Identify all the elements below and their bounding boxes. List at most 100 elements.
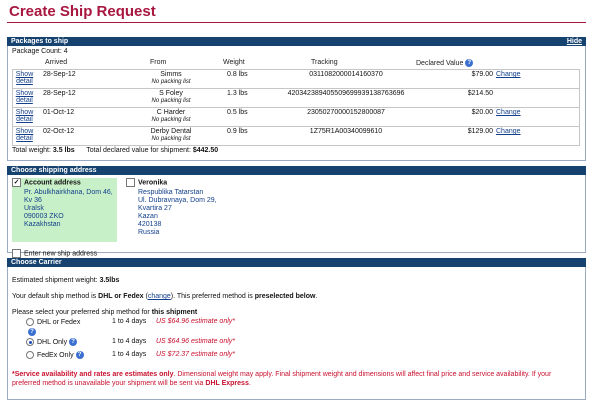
checkbox-icon[interactable] bbox=[126, 178, 135, 187]
packages-section: Package Count: 4 Arrived From Weight Tra… bbox=[7, 46, 586, 161]
show-detail-button[interactable]: Show detail bbox=[15, 128, 34, 142]
carrier-header: Choose Carrier bbox=[11, 259, 62, 266]
address-line: Ul. Dubravnaya, Dom 29, bbox=[138, 197, 217, 204]
change-value-link[interactable]: Change bbox=[496, 109, 521, 116]
account-address-lines: Pr. Abulkhairkhana, Dom 46, Kv 36 Uralsk… bbox=[12, 189, 117, 229]
method-option-dhl-or-fedex[interactable]: DHL or Fedex bbox=[26, 318, 80, 326]
select-method-prefix: Please select your preferred ship method… bbox=[12, 309, 150, 316]
select-method-bold: this shipment bbox=[151, 309, 198, 316]
total-weight-label: Total weight: bbox=[12, 147, 51, 154]
show-detail-button[interactable]: Show detail bbox=[15, 90, 34, 104]
packages-header: Packages to ship bbox=[11, 38, 69, 45]
change-value-link[interactable]: Change bbox=[496, 71, 521, 78]
packages-header-bar: Packages to ship Hide bbox=[7, 37, 586, 46]
enter-new-address[interactable]: Enter new ship address bbox=[12, 249, 97, 258]
radio-icon[interactable] bbox=[26, 351, 34, 359]
show-detail-button[interactable]: Show detail bbox=[15, 109, 34, 123]
col-arrived: Arrived bbox=[45, 59, 68, 66]
help-circle-icon[interactable]: ? bbox=[465, 59, 474, 67]
radio-icon[interactable] bbox=[26, 338, 34, 346]
table-row: Show detail 28-Sep-12 S Foley No packing… bbox=[12, 88, 580, 108]
account-address-card[interactable]: ✓ Account address Pr. Abulkhairkhana, Dom… bbox=[12, 178, 117, 242]
rates-disclaimer: *Service availability and rates are esti… bbox=[12, 371, 552, 387]
total-value-label: Total declared value for shipment: bbox=[86, 147, 191, 154]
address-line: 090003 ZKO bbox=[24, 213, 64, 220]
method-price: US $64.96 estimate only* bbox=[156, 318, 235, 325]
checkbox-icon[interactable] bbox=[12, 249, 21, 258]
arrived-date: 01-Oct-12 bbox=[43, 109, 75, 116]
sender: S Foley bbox=[159, 90, 183, 97]
tracking-number: 0311082000014160370 bbox=[309, 71, 383, 78]
declared-value: $79.00 bbox=[471, 71, 493, 78]
packing-note: No packing list bbox=[151, 79, 191, 85]
weight: 0.5 lbs bbox=[227, 109, 248, 116]
sender: C Harder bbox=[156, 109, 186, 116]
address-line: Kazan bbox=[138, 213, 158, 220]
declared-value: $214.50 bbox=[467, 90, 493, 97]
alt-address-title: Veronika bbox=[138, 179, 168, 187]
address-line: Kazakhstan bbox=[24, 221, 61, 228]
help-circle-icon[interactable]: ? bbox=[69, 338, 78, 346]
package-totals: Total weight: 3.5 lbs Total declared val… bbox=[12, 147, 218, 154]
account-address-title: Account address bbox=[24, 179, 81, 187]
estimated-weight: Estimated shipment weight: 3.5lbs bbox=[12, 277, 119, 284]
weight: 1.3 lbs bbox=[227, 90, 248, 97]
total-weight: 3.5 lbs bbox=[52, 147, 75, 154]
default-method-prefix: Your default ship method is bbox=[12, 293, 97, 300]
table-row: Show detail 02-Oct-12 Derby Dental No pa… bbox=[12, 126, 580, 146]
arrived-date: 28-Sep-12 bbox=[43, 90, 76, 97]
sender: Derby Dental bbox=[150, 128, 192, 135]
page-title: Create Ship Request bbox=[9, 3, 156, 20]
hide-link[interactable]: Hide bbox=[567, 37, 582, 46]
disclaimer-bold: *Service availability and rates are esti… bbox=[12, 371, 174, 378]
col-from: From bbox=[150, 59, 167, 66]
table-row: Show detail 01-Oct-12 C Harder No packin… bbox=[12, 107, 580, 127]
radio-icon[interactable] bbox=[26, 318, 34, 326]
change-value-link[interactable]: Change bbox=[496, 128, 521, 135]
method-days: 1 to 4 days bbox=[112, 338, 147, 345]
method-days: 1 to 4 days bbox=[112, 318, 147, 325]
tracking-number: 1Z75R1A00340099610 bbox=[309, 128, 383, 135]
alt-address-card[interactable]: Veronika Respublika Tatarstan Ul. Dubrav… bbox=[126, 178, 236, 237]
help-circle-icon[interactable]: ? bbox=[28, 328, 36, 336]
address-line: Russia bbox=[138, 229, 160, 236]
enter-new-address-label: Enter new ship address bbox=[24, 250, 98, 258]
package-count: Package Count: 4 bbox=[12, 48, 68, 55]
table-row: Show detail 28-Sep-12 Simms No packing l… bbox=[12, 69, 580, 89]
method-label: DHL Only bbox=[37, 338, 68, 346]
help-circle-icon[interactable]: ? bbox=[75, 351, 84, 359]
alt-address-header: Veronika bbox=[126, 178, 236, 187]
address-line: Uralsk bbox=[24, 205, 44, 212]
packing-note: No packing list bbox=[151, 98, 191, 104]
col-declared-value-label: Declared Value bbox=[416, 59, 464, 67]
arrived-date: 02-Oct-12 bbox=[43, 128, 75, 135]
default-method-value: DHL or Fedex bbox=[98, 293, 144, 300]
alt-address-lines: Respublika Tatarstan Ul. Dubravnaya, Dom… bbox=[126, 189, 236, 237]
method-days: 1 to 4 days bbox=[112, 351, 147, 358]
tracking-number: 23050270000152800087 bbox=[307, 109, 385, 116]
change-method-link[interactable]: change bbox=[148, 293, 171, 300]
weight: 0.8 lbs bbox=[227, 71, 248, 78]
checkbox-icon[interactable]: ✓ bbox=[12, 178, 21, 187]
estimated-weight-label: Estimated shipment weight: bbox=[12, 277, 98, 284]
col-declared-value: Declared Value ? bbox=[416, 59, 474, 67]
method-option-fedex-only[interactable]: FedEx Only ? bbox=[26, 351, 84, 359]
method-price: US $72.37 estimate only* bbox=[156, 351, 235, 358]
col-tracking: Tracking bbox=[311, 59, 338, 66]
estimated-weight-value: 3.5lbs bbox=[99, 277, 120, 284]
shipping-header: Choose shipping address bbox=[11, 167, 97, 174]
shipping-header-bar: Choose shipping address bbox=[7, 166, 586, 175]
select-method-prompt: Please select your preferred ship method… bbox=[12, 309, 197, 316]
preselected-text: preselected below bbox=[254, 293, 316, 300]
address-line: Kvartira 27 bbox=[138, 205, 172, 212]
method-price: US $64.96 estimate only* bbox=[156, 338, 235, 345]
arrived-date: 28-Sep-12 bbox=[43, 71, 76, 78]
packing-note: No packing list bbox=[151, 136, 191, 142]
sender: Simms bbox=[160, 71, 182, 78]
method-label: DHL or Fedex bbox=[37, 318, 81, 326]
show-detail-button[interactable]: Show detail bbox=[15, 71, 34, 85]
method-option-dhl-only[interactable]: DHL Only ? bbox=[26, 338, 78, 346]
weight: 0.9 lbs bbox=[227, 128, 248, 135]
packing-note: No packing list bbox=[151, 117, 191, 123]
col-weight: Weight bbox=[223, 59, 245, 66]
